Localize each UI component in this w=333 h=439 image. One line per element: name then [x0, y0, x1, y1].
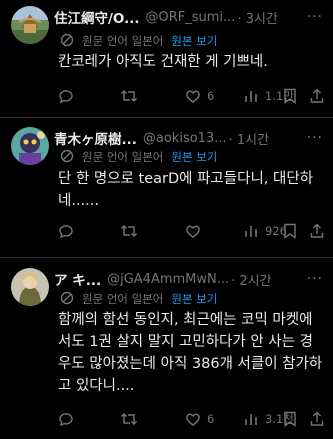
views-icon — [243, 223, 259, 239]
tweet-actions: 6 3.1천 — [58, 409, 327, 429]
like-button[interactable]: 6 — [185, 88, 214, 104]
like-count: 6 — [207, 89, 215, 103]
reply-button[interactable] — [58, 223, 74, 239]
retweet-button[interactable] — [120, 88, 138, 104]
views-button[interactable]: 926 — [243, 223, 287, 239]
like-button[interactable]: 6 — [185, 411, 214, 427]
bookmark-icon — [283, 88, 297, 104]
reply-button[interactable] — [58, 411, 74, 427]
like-icon — [185, 223, 201, 239]
author-name[interactable]: 住江綱守/O... — [54, 7, 140, 27]
reply-icon — [58, 411, 74, 427]
bookmark-button[interactable] — [283, 411, 297, 427]
retweet-icon — [120, 88, 138, 104]
reply-button[interactable] — [58, 88, 74, 104]
author-name[interactable]: ア キ... — [54, 269, 101, 289]
tweet-header: ア キ... @jGA4AmmMwN... · 2시간 ··· — [54, 269, 329, 289]
more-icon[interactable]: ··· — [307, 130, 323, 146]
tweet-text: 단 한 명으로 tearD에 파고들다니, 대단하네...... — [58, 171, 314, 209]
tweet-text: 함께의 함선 동인지, 최근에는 코믹 마켓에서도 1권 살지 말지 고민하다가… — [58, 312, 323, 394]
translate-source: 원문 언어 일본어 — [82, 34, 164, 48]
retweet-button[interactable] — [120, 223, 138, 239]
share-button[interactable] — [309, 411, 325, 427]
tweet[interactable]: ア キ... @jGA4AmmMwN... · 2시간 ··· 원문 언어 일본… — [0, 258, 333, 439]
tweet-actions: 6 1.1만 — [58, 86, 327, 106]
like-icon — [185, 411, 201, 427]
more-icon[interactable]: ··· — [307, 9, 323, 25]
show-original-link[interactable]: 원본 보기 — [171, 33, 217, 49]
like-icon — [185, 88, 201, 104]
share-icon — [309, 411, 325, 427]
tweet-text: 칸코레가 아직도 건재한 게 기쁘네. — [58, 54, 268, 70]
translate-icon — [60, 33, 74, 50]
like-button[interactable] — [185, 223, 207, 239]
translate-icon — [60, 291, 74, 308]
author-name[interactable]: 青木ヶ原樹... — [54, 128, 137, 148]
views-icon — [243, 411, 259, 427]
share-button[interactable] — [309, 223, 325, 239]
share-icon — [309, 223, 325, 239]
share-icon — [309, 88, 325, 104]
reply-icon — [58, 88, 74, 104]
tweet-header: 青木ヶ原樹... @aokiso13... · 1시간 ··· — [54, 128, 329, 148]
translation-bar: 원문 언어 일본어 원본 보기 — [60, 33, 217, 49]
timestamp[interactable]: · 1시간 — [229, 129, 269, 148]
avatar[interactable] — [11, 6, 49, 44]
tweet-header: 住江綱守/O... @ORF_sumi... · 3시간 ··· — [54, 7, 329, 27]
timestamp[interactable]: · 2시간 — [231, 270, 271, 289]
author-handle[interactable]: @ORF_sumi... — [146, 10, 236, 25]
retweet-button[interactable] — [120, 411, 138, 427]
avatar[interactable] — [11, 127, 49, 165]
bookmark-icon — [283, 223, 297, 239]
translation-bar: 원문 언어 일본어 원본 보기 — [60, 149, 217, 165]
translate-icon — [60, 149, 74, 166]
like-count: 6 — [207, 412, 215, 426]
tweet-actions: 926 — [58, 221, 327, 241]
author-handle[interactable]: @jGA4AmmMwN... — [107, 272, 229, 287]
show-original-link[interactable]: 원본 보기 — [171, 291, 217, 307]
translate-source: 원문 언어 일본어 — [82, 150, 164, 164]
retweet-icon — [120, 223, 138, 239]
share-button[interactable] — [309, 88, 325, 104]
avatar[interactable] — [11, 268, 49, 306]
bookmark-button[interactable] — [283, 88, 297, 104]
views-icon — [243, 88, 259, 104]
timestamp[interactable]: · 3시간 — [237, 8, 277, 27]
more-icon[interactable]: ··· — [307, 271, 323, 287]
reply-icon — [58, 223, 74, 239]
tweet[interactable]: 青木ヶ原樹... @aokiso13... · 1시간 ··· 원문 언어 일본… — [0, 118, 333, 258]
retweet-icon — [120, 411, 138, 427]
translation-bar: 원문 언어 일본어 원본 보기 — [60, 291, 217, 307]
author-handle[interactable]: @aokiso13... — [143, 131, 227, 146]
bookmark-icon — [283, 411, 297, 427]
tweet[interactable]: 住江綱守/O... @ORF_sumi... · 3시간 ··· 원문 언어 일… — [0, 0, 333, 118]
translate-source: 원문 언어 일본어 — [82, 292, 164, 306]
show-original-link[interactable]: 원본 보기 — [171, 149, 217, 165]
bookmark-button[interactable] — [283, 223, 297, 239]
